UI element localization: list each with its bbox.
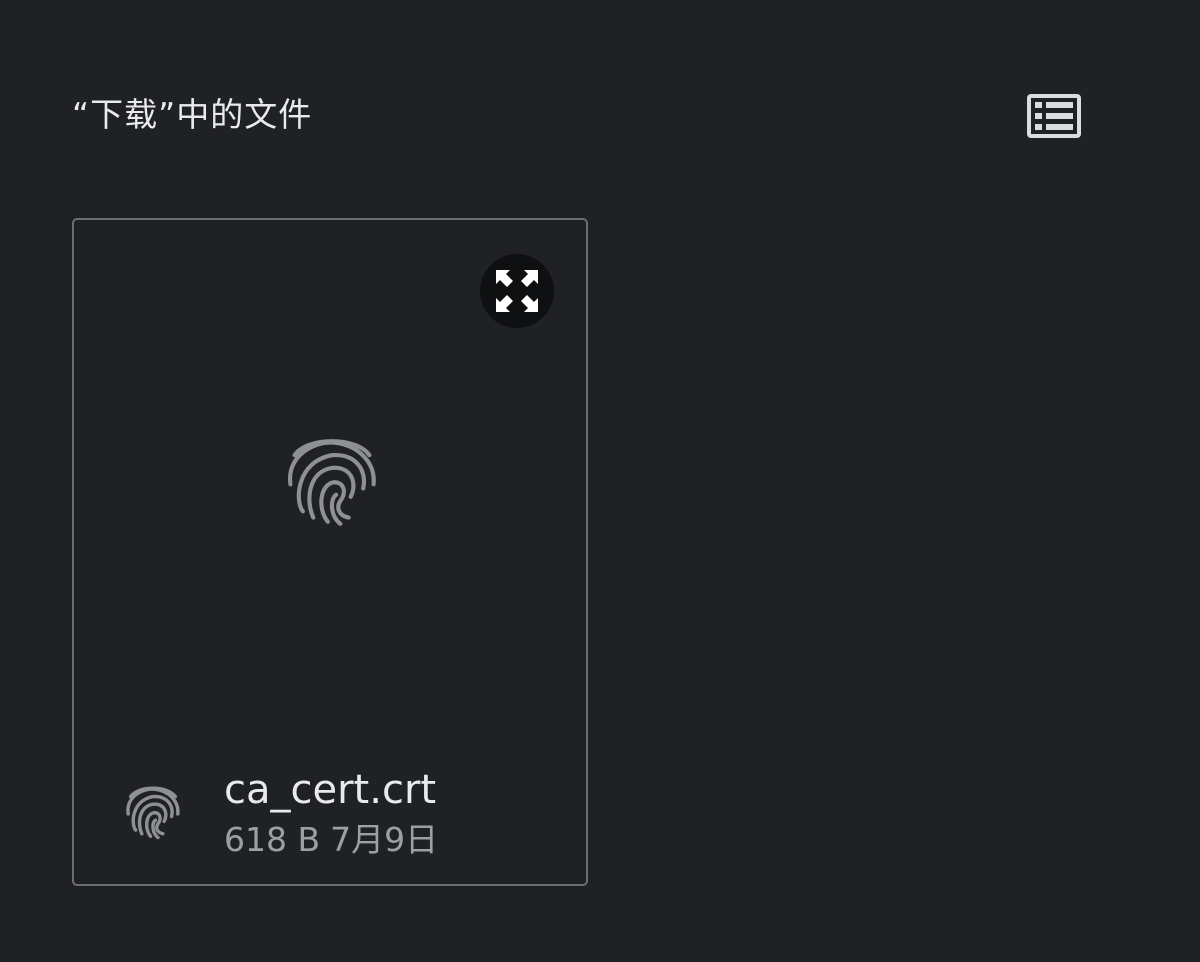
file-name: ca_cert.crt [224,767,437,813]
file-size: 618 B [224,820,321,859]
file-card[interactable]: ca_cert.crt 618 B 7月9日 [72,218,588,886]
view-toggle-button[interactable] [1014,82,1094,150]
expand-icon [496,270,538,312]
file-meta: 618 B 7月9日 [224,818,438,862]
fingerprint-icon [288,439,376,526]
list-view-icon [1027,94,1081,138]
section-title: “下载”中的文件 [72,95,313,134]
fingerprint-icon [126,786,180,840]
file-date: 7月9日 [330,820,439,859]
expand-preview-button[interactable] [480,254,554,328]
